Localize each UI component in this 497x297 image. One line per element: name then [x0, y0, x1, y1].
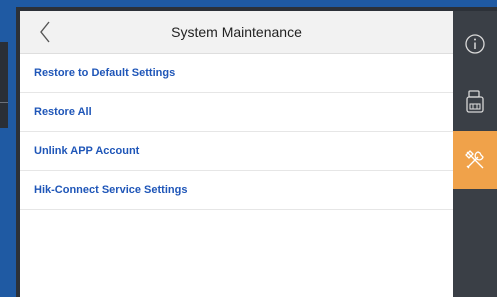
menu-item-label: Restore All [34, 106, 92, 118]
tools-icon [465, 150, 484, 169]
menu-item-unlink-app[interactable]: Unlink APP Account [20, 132, 453, 171]
menu-item-label: Hik-Connect Service Settings [34, 184, 188, 196]
sidebar-device-button[interactable] [453, 73, 497, 131]
device-window: System Maintenance Restore to Default Se… [16, 7, 497, 297]
menu-item-hik-connect[interactable]: Hik-Connect Service Settings [20, 171, 453, 210]
maintenance-menu: Restore to Default Settings Restore All … [20, 54, 453, 210]
background-panel-divider [0, 102, 8, 103]
page-title: System Maintenance [171, 24, 302, 40]
menu-item-restore-default[interactable]: Restore to Default Settings [20, 54, 453, 93]
sidebar-maintenance-button[interactable] [453, 131, 497, 189]
menu-item-label: Restore to Default Settings [34, 67, 176, 79]
background-window-panel [0, 42, 10, 128]
menu-item-label: Unlink APP Account [34, 145, 140, 157]
back-button[interactable] [30, 16, 60, 48]
device-icon [466, 90, 484, 113]
info-icon [465, 34, 485, 54]
page-header: System Maintenance [20, 11, 453, 54]
sidebar-info-button[interactable] [453, 15, 497, 73]
chevron-left-icon [40, 21, 50, 43]
main-content: System Maintenance Restore to Default Se… [20, 11, 453, 297]
right-sidebar [453, 11, 497, 297]
menu-item-restore-all[interactable]: Restore All [20, 93, 453, 132]
